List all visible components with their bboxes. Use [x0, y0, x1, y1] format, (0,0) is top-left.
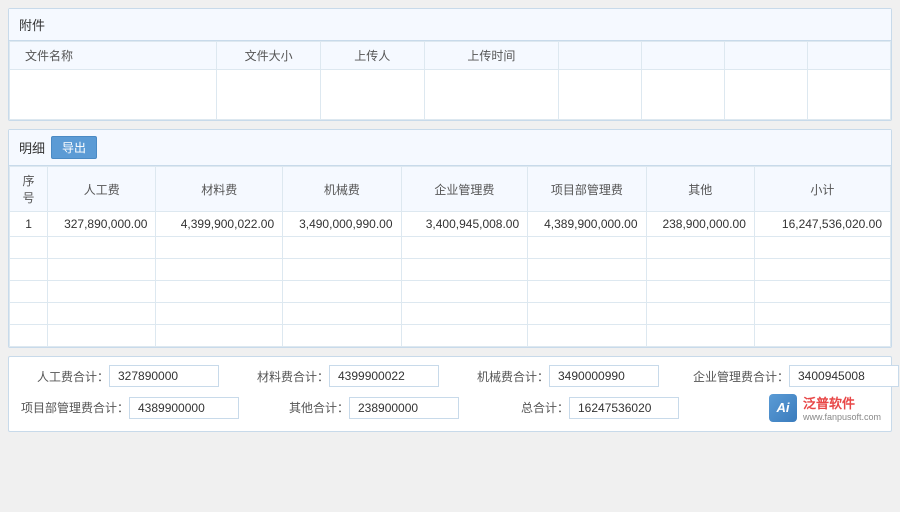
empty-cell-3: [320, 70, 424, 120]
empty-cell-4: [424, 70, 559, 120]
empty-cell-8: [808, 70, 891, 120]
brand-name: 泛普软件: [803, 393, 881, 412]
col-enterprise: 企业管理费: [401, 167, 528, 212]
logo-area: Ai 泛普软件 www.fanpusoft.com: [769, 393, 881, 423]
detail-header: 明细 导出: [9, 130, 891, 166]
attachment-title: 附件: [19, 15, 45, 34]
row1-other: 238,900,000.00: [646, 212, 754, 237]
col-project-mgmt: 项目部管理费: [528, 167, 646, 212]
machinery-total-value: 3490000990: [549, 365, 659, 387]
logo-icon-text: Ai: [776, 400, 789, 415]
logo-text-block: 泛普软件 www.fanpusoft.com: [803, 393, 881, 423]
col-uploadtime: 上传时间: [424, 42, 559, 70]
col-filename: 文件名称: [10, 42, 217, 70]
project-mgmt-total-value: 4389900000: [129, 397, 239, 419]
col-uploader: 上传人: [320, 42, 424, 70]
empty-cell-2: [217, 70, 321, 120]
detail-empty-row-4: [10, 303, 891, 325]
material-total-value: 4399900022: [329, 365, 439, 387]
enterprise-total-value: 3400945008: [789, 365, 899, 387]
col-labor: 人工费: [48, 167, 156, 212]
row1-index: 1: [10, 212, 48, 237]
col-subtotal: 小计: [754, 167, 890, 212]
summary-section: 人工费合计： 327890000 材料费合计： 4399900022 机械费合计…: [8, 356, 892, 432]
material-total-label: 材料费合计：: [239, 368, 329, 385]
attachment-empty-row: [10, 70, 891, 120]
empty-cell-1: [10, 70, 217, 120]
detail-title: 明细: [19, 138, 45, 157]
row1-material: 4,399,900,022.00: [156, 212, 283, 237]
attachment-header: 附件: [9, 9, 891, 41]
project-mgmt-total-label: 项目部管理费合计：: [19, 399, 129, 416]
row1-enterprise: 3,400,945,008.00: [401, 212, 528, 237]
col-index: 序号: [10, 167, 48, 212]
row1-machinery: 3,490,000,990.00: [283, 212, 401, 237]
col-machinery: 机械费: [283, 167, 401, 212]
grand-total-label: 总合计：: [479, 399, 569, 416]
detail-table: 序号 人工费 材料费 机械费 企业管理费 项目部管理费 其他 小计 1 327,…: [9, 166, 891, 347]
attachment-table: 文件名称 文件大小 上传人 上传时间: [9, 41, 891, 120]
col-extra4: [808, 42, 891, 70]
detail-section: 明细 导出 序号 人工费 材料费 机械费 企业管理费 项目部管理费 其他 小计 …: [8, 129, 892, 348]
website: www.fanpusoft.com: [803, 412, 881, 423]
col-other: 其他: [646, 167, 754, 212]
logo-icon: Ai: [769, 394, 797, 422]
attachment-header-row: 文件名称 文件大小 上传人 上传时间: [10, 42, 891, 70]
summary-row-1: 人工费合计： 327890000 材料费合计： 4399900022 机械费合计…: [19, 365, 881, 387]
summary-row-2: 项目部管理费合计： 4389900000 其他合计： 238900000 总合计…: [19, 393, 881, 423]
labor-total-label: 人工费合计：: [19, 368, 109, 385]
empty-cell-5: [559, 70, 642, 120]
detail-empty-row-1: [10, 237, 891, 259]
row1-labor: 327,890,000.00: [48, 212, 156, 237]
row1-subtotal: 16,247,536,020.00: [754, 212, 890, 237]
other-total-label: 其他合计：: [259, 399, 349, 416]
attachment-section: 附件 文件名称 文件大小 上传人 上传时间: [8, 8, 892, 121]
detail-empty-row-5: [10, 325, 891, 347]
labor-total-value: 327890000: [109, 365, 219, 387]
other-total-value: 238900000: [349, 397, 459, 419]
grand-total-value: 16247536020: [569, 397, 679, 419]
empty-cell-7: [725, 70, 808, 120]
export-button[interactable]: 导出: [51, 136, 97, 159]
machinery-total-label: 机械费合计：: [459, 368, 549, 385]
enterprise-total-label: 企业管理费合计：: [679, 368, 789, 385]
col-extra2: [642, 42, 725, 70]
detail-empty-row-3: [10, 281, 891, 303]
col-extra1: [559, 42, 642, 70]
empty-cell-6: [642, 70, 725, 120]
row1-project-mgmt: 4,389,900,000.00: [528, 212, 646, 237]
col-material: 材料费: [156, 167, 283, 212]
col-extra3: [725, 42, 808, 70]
col-filesize: 文件大小: [217, 42, 321, 70]
detail-row-1: 1 327,890,000.00 4,399,900,022.00 3,490,…: [10, 212, 891, 237]
detail-empty-row-2: [10, 259, 891, 281]
detail-header-row: 序号 人工费 材料费 机械费 企业管理费 项目部管理费 其他 小计: [10, 167, 891, 212]
